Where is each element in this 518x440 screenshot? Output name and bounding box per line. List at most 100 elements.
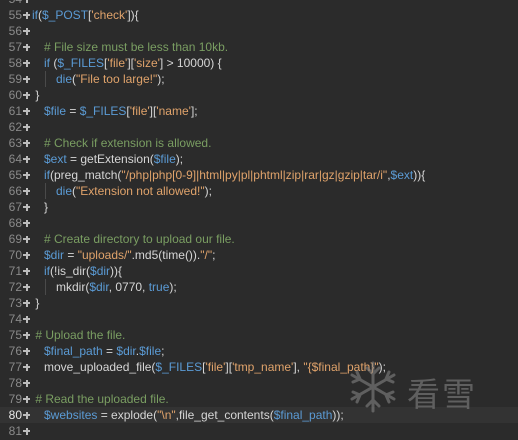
line-number: 73 (8, 296, 22, 310)
fold-marker-icon[interactable] (23, 343, 31, 359)
code-line[interactable]: 75 # Upload the file. (0, 327, 518, 343)
code-line[interactable]: 70 $dir = "uploads/".md5(time())."/"; (0, 247, 518, 263)
line-number: 59 (8, 72, 22, 86)
fold-marker-icon[interactable] (23, 231, 31, 247)
fold-marker-icon[interactable] (23, 279, 31, 295)
fold-marker-icon[interactable] (23, 375, 31, 391)
code-token: ; (161, 344, 165, 358)
code-line[interactable]: 64 $ext = getExtension($file); (0, 151, 518, 167)
fold-marker-icon[interactable] (23, 39, 31, 55)
code-token: true (148, 280, 170, 294)
code-line[interactable]: 60 } (0, 87, 518, 103)
code-line[interactable]: 66 die("Extension not allowed!"); (0, 183, 518, 199)
indent-guide (45, 71, 46, 87)
code-token: ; (212, 248, 216, 262)
code-line[interactable]: 62 (0, 119, 518, 135)
code-token: 'file' (205, 360, 226, 374)
line-number: 76 (8, 344, 22, 358)
code-text: if($_POST['check']){ (32, 7, 518, 23)
code-token: $dir (116, 344, 136, 358)
code-line[interactable]: 72 mkdir($dir, 0770, true); (0, 279, 518, 295)
fold-marker-icon[interactable] (23, 71, 31, 87)
fold-marker-icon[interactable] (23, 119, 31, 135)
line-number: 62 (8, 120, 22, 134)
code-token: , 0770, (108, 280, 149, 294)
code-line[interactable]: 54 (0, 0, 518, 7)
fold-marker-icon[interactable] (23, 215, 31, 231)
fold-marker-icon[interactable] (23, 87, 31, 103)
code-token: = explode( (97, 408, 158, 422)
code-token: } (32, 88, 40, 102)
code-token: "Extension not allowed!" (76, 184, 205, 198)
code-token: ]){ (127, 8, 139, 22)
fold-marker-icon[interactable] (23, 391, 31, 407)
code-line[interactable]: 63 # Check if extension is allowed. (0, 135, 518, 151)
fold-marker-icon[interactable] (23, 167, 31, 183)
code-token: "/php|php[0-9]|html|py|pl|phtml|zip|rar|… (121, 168, 388, 182)
code-line[interactable]: 69 # Create directory to upload our file. (0, 231, 518, 247)
watermark-text: 看雪 (407, 375, 477, 414)
line-number: 81 (8, 424, 22, 438)
fold-marker-icon[interactable] (23, 183, 31, 199)
snowflake-icon (350, 361, 396, 413)
code-token: $file (153, 152, 176, 166)
code-token: $ext (44, 152, 67, 166)
code-line[interactable]: 57 # File size must be less than 10kb. (0, 39, 518, 55)
code-line[interactable]: 71 if(!is_dir($dir)){ (0, 263, 518, 279)
fold-marker-icon[interactable] (23, 263, 31, 279)
line-number: 61 (8, 104, 22, 118)
code-line[interactable]: 59 die("File too large!"); (0, 71, 518, 87)
line-number: 75 (8, 328, 22, 342)
code-token: "/" (200, 248, 213, 262)
code-text: $final_path = $dir.$file; (32, 343, 518, 359)
fold-marker-icon[interactable] (23, 327, 31, 343)
code-line[interactable]: 68 (0, 215, 518, 231)
fold-marker-icon[interactable] (23, 55, 31, 71)
line-number: 70 (8, 248, 22, 262)
code-text: die("File too large!"); (32, 71, 518, 87)
code-line[interactable]: 81 (0, 423, 518, 439)
code-line[interactable]: 58 if ($_FILES['file']['size'] > 10000) { (0, 55, 518, 71)
code-token: )){ (413, 168, 426, 182)
code-token: die (56, 72, 73, 86)
line-number: 77 (8, 360, 22, 374)
code-line[interactable]: 55 if($_POST['check']){ (0, 7, 518, 23)
code-token: # File size must be less than 10kb. (44, 40, 229, 54)
code-token: ], (293, 360, 304, 374)
code-text: # Check if extension is allowed. (32, 135, 518, 151)
fold-marker-icon[interactable] (23, 151, 31, 167)
code-token: die (56, 184, 73, 198)
line-number: 79 (8, 392, 22, 406)
code-token: )); (332, 408, 344, 422)
code-token: # Upload the file. (32, 328, 126, 342)
code-line[interactable]: 74 (0, 311, 518, 327)
fold-marker-icon[interactable] (23, 7, 31, 23)
code-token: = getExtension( (66, 152, 154, 166)
code-line[interactable]: 73 } (0, 295, 518, 311)
code-token: mkdir( (56, 280, 90, 294)
code-line[interactable]: 61 $file = $_FILES['file']['name']; (0, 103, 518, 119)
code-token: = (102, 344, 117, 358)
fold-marker-icon[interactable] (23, 359, 31, 375)
code-text: } (32, 199, 518, 215)
fold-marker-icon[interactable] (23, 407, 31, 423)
code-token: = (64, 248, 78, 262)
code-line[interactable]: 67} (0, 199, 518, 215)
fold-marker-icon[interactable] (23, 311, 31, 327)
fold-marker-icon[interactable] (23, 295, 31, 311)
code-token: $dir (90, 264, 111, 278)
line-number: 64 (8, 152, 22, 166)
code-line[interactable]: 56 (0, 23, 518, 39)
code-token: $dir (44, 248, 65, 262)
fold-marker-icon[interactable] (23, 199, 31, 215)
code-line[interactable]: 65 if(preg_match("/php|php[0-9]|html|py|p… (0, 167, 518, 183)
fold-marker-icon[interactable] (23, 103, 31, 119)
fold-marker-icon[interactable] (23, 0, 31, 7)
code-token: "uploads/" (77, 248, 132, 262)
fold-marker-icon[interactable] (23, 23, 31, 39)
fold-marker-icon[interactable] (23, 423, 31, 439)
fold-marker-icon[interactable] (23, 135, 31, 151)
code-line[interactable]: 76 $final_path = $dir.$file; (0, 343, 518, 359)
fold-marker-icon[interactable] (23, 247, 31, 263)
